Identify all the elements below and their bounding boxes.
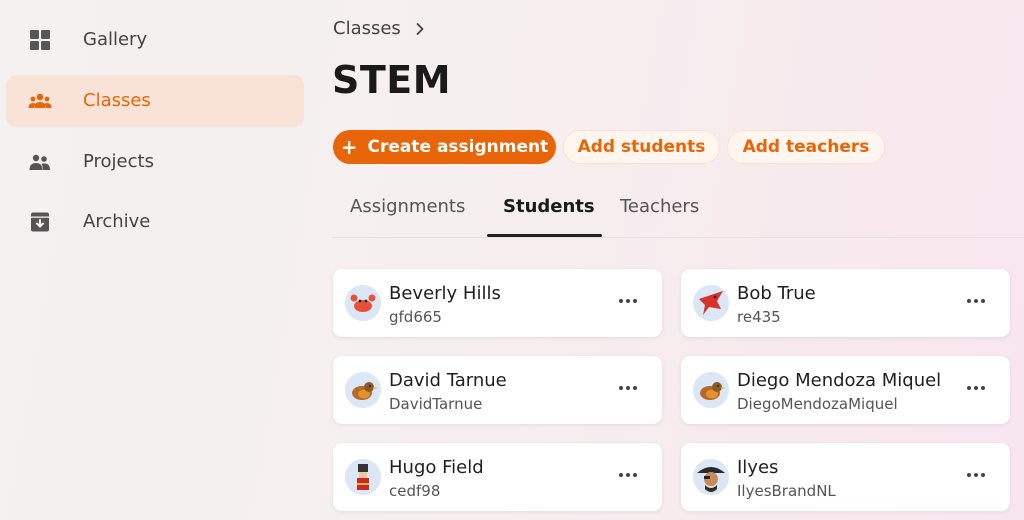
student-card[interactable]: Diego Mendoza Miquel DiegoMendozaMiquel (681, 356, 1010, 424)
sidebar-item-projects[interactable]: Projects (6, 136, 304, 188)
page-title: STEM (332, 58, 452, 102)
crab-avatar (345, 285, 381, 321)
active-tab-indicator (487, 234, 602, 237)
sidebar-item-label: Classes (83, 90, 151, 111)
more-options-icon[interactable] (616, 291, 640, 311)
student-username: IlyesBrandNL (737, 482, 836, 500)
more-options-icon[interactable] (964, 378, 988, 398)
add-students-button[interactable]: Add students (563, 130, 720, 164)
more-options-icon[interactable] (964, 465, 988, 485)
sidebar: Gallery Classes Projects Archive (0, 0, 310, 520)
sidebar-item-label: Archive (83, 211, 151, 232)
student-name: David Tarnue (389, 370, 507, 391)
more-options-icon[interactable] (616, 378, 640, 398)
archive-icon (31, 212, 49, 232)
student-card[interactable]: Hugo Field cedf98 (333, 443, 662, 511)
student-username: gfd665 (389, 308, 442, 326)
tab-students[interactable]: Students (503, 196, 595, 217)
create-assignment-button[interactable]: + Create assignment (333, 130, 556, 164)
bird-avatar (693, 285, 729, 321)
tab-bar: Assignments Students Teachers (332, 188, 1024, 238)
grid-icon (30, 30, 50, 50)
add-teachers-button[interactable]: Add teachers (727, 130, 885, 164)
create-assignment-label: Create assignment (367, 137, 549, 157)
breadcrumb: Classes (333, 18, 427, 39)
student-name: Bob True (737, 283, 816, 304)
student-name: Ilyes (737, 457, 779, 478)
student-username: re435 (737, 308, 781, 326)
student-name: Diego Mendoza Miquel (737, 370, 942, 391)
breadcrumb-link-classes[interactable]: Classes (333, 18, 401, 39)
more-options-icon[interactable] (616, 465, 640, 485)
student-card[interactable]: Bob True re435 (681, 269, 1010, 337)
student-username: DiegoMendozaMiquel (737, 395, 898, 413)
nutcracker-avatar (345, 459, 381, 495)
sidebar-item-label: Projects (83, 151, 154, 172)
student-card[interactable]: Beverly Hills gfd665 (333, 269, 662, 337)
student-name: Hugo Field (389, 457, 484, 478)
sidebar-item-archive[interactable]: Archive (6, 196, 304, 248)
tab-teachers[interactable]: Teachers (620, 196, 699, 217)
more-options-icon[interactable] (964, 291, 988, 311)
student-card[interactable]: David Tarnue DavidTarnue (333, 356, 662, 424)
student-card[interactable]: Ilyes IlyesBrandNL (681, 443, 1010, 511)
robin-avatar (345, 372, 381, 408)
sidebar-item-gallery[interactable]: Gallery (6, 14, 304, 66)
pirate-avatar (693, 459, 729, 495)
sidebar-item-label: Gallery (83, 29, 148, 50)
group-icon (29, 154, 50, 170)
robin-avatar (693, 372, 729, 408)
student-name: Beverly Hills (389, 283, 501, 304)
sidebar-item-classes[interactable]: Classes (6, 75, 304, 127)
plus-icon: + (340, 135, 358, 159)
student-username: DavidTarnue (389, 395, 483, 413)
tab-assignments[interactable]: Assignments (350, 196, 465, 217)
chevron-right-icon (416, 22, 424, 35)
people-icon (28, 93, 52, 108)
student-username: cedf98 (389, 482, 441, 500)
